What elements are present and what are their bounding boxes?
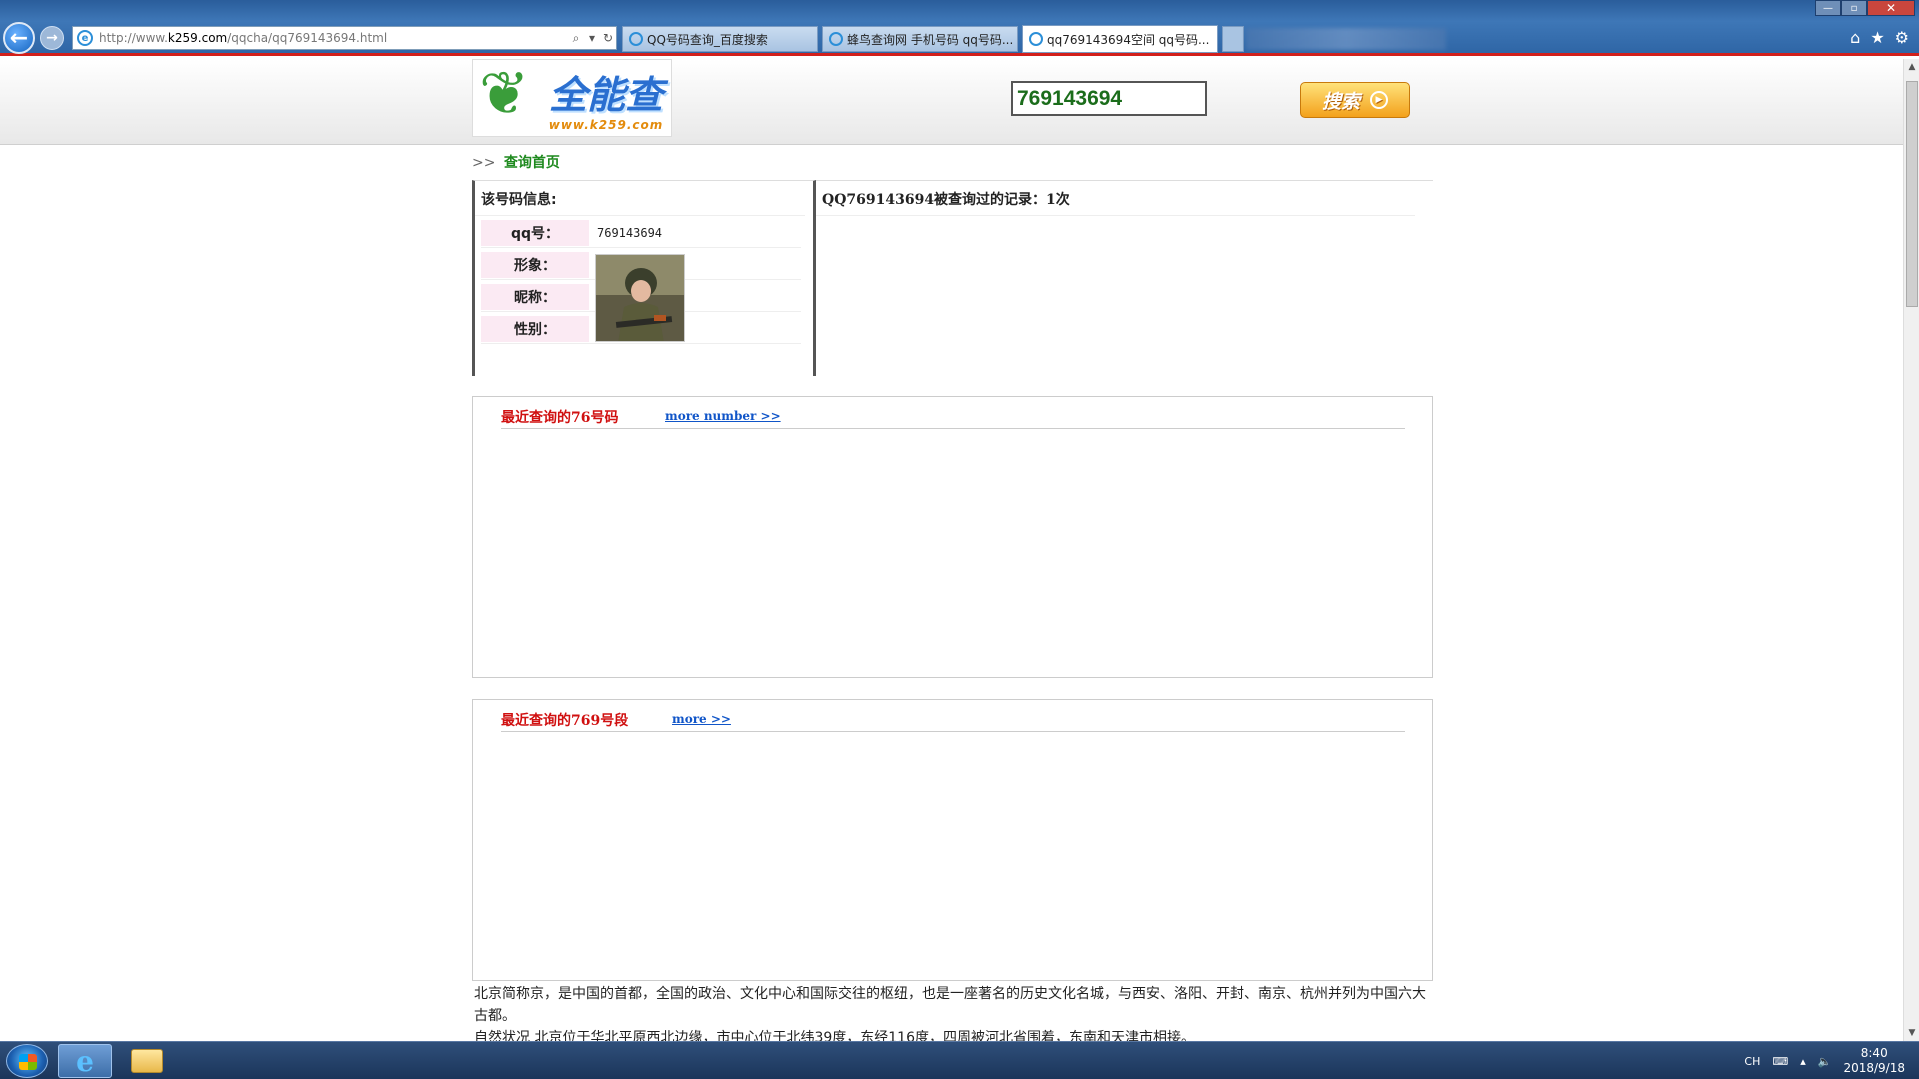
language-indicator[interactable]: CH [1744, 1055, 1760, 1068]
folder-icon [131, 1049, 163, 1073]
dropdown-arrow-icon[interactable]: ▾ [584, 31, 600, 45]
windows-logo-icon [19, 1054, 37, 1070]
page-viewport: ❦ 全能查 www.k259.com 搜索 ▶ >> 查询首页 该号码信息: q… [0, 59, 1903, 1041]
gear-icon[interactable]: ⚙ [1895, 28, 1909, 47]
info-row-qq: qq号： 769143694 [481, 218, 801, 248]
search-icon[interactable]: ⌕ [568, 31, 584, 46]
taskbar-explorer[interactable] [120, 1044, 174, 1078]
keyboard-icon[interactable]: ⌨ [1772, 1055, 1788, 1068]
ie-page-icon: e [77, 30, 93, 46]
address-url[interactable]: http://www.k259.com/qqcha/qq769143694.ht… [99, 31, 568, 45]
taskbar-ie[interactable]: e [58, 1044, 112, 1078]
panel-header: 最近查询的76号码 more number >> [501, 403, 1405, 429]
back-button[interactable]: ← [3, 22, 35, 54]
vertical-scrollbar[interactable]: ▲ ▼ [1903, 59, 1919, 1041]
minimize-button[interactable]: — [1815, 0, 1841, 16]
arrow-right-icon: → [46, 30, 58, 46]
avatar [595, 254, 685, 342]
tab-qq-active[interactable]: qq769143694空间 qq号码... × [1022, 25, 1218, 53]
forward-button[interactable]: → [40, 26, 64, 50]
tab-fengniao[interactable]: 蜂鸟查询网 手机号码 qq号码... [822, 26, 1018, 52]
ie-tab-icon [1029, 32, 1043, 46]
baidu-tab-icon [629, 32, 643, 46]
query-history-heading: QQ769143694被查询过的记录：1次 [816, 181, 1415, 216]
browser-toolbar-icons: ⌂ ★ ⚙ [1850, 28, 1909, 47]
browser-chrome: ← → e http://www.k259.com/qqcha/qq769143… [0, 0, 1919, 56]
query-history-box: QQ769143694被查询过的记录：1次 [816, 180, 1433, 376]
recent-769-segment-panel: 最近查询的769号段 more >> [472, 699, 1433, 981]
number-info-heading: 该号码信息: [475, 181, 805, 216]
close-window-button[interactable]: ✕ [1867, 0, 1915, 16]
scrollbar-thumb[interactable] [1906, 81, 1918, 307]
show-hidden-icons-icon[interactable]: ▴ [1800, 1055, 1806, 1068]
site-header: ❦ 全能查 www.k259.com 搜索 ▶ [0, 59, 1903, 145]
new-tab-button[interactable] [1222, 26, 1244, 52]
taskbar: e CH ⌨ ▴ 🔈 8:40 2018/9/18 [0, 1041, 1919, 1079]
breadcrumb: >> 查询首页 [472, 155, 560, 171]
breadcrumb-home-link[interactable]: 查询首页 [504, 155, 560, 171]
scroll-down-icon[interactable]: ▼ [1904, 1025, 1919, 1041]
ie-logo-icon: e [76, 1044, 94, 1078]
search-button[interactable]: 搜索 ▶ [1300, 82, 1410, 118]
close-tab-icon[interactable]: × [1215, 32, 1217, 46]
more-link[interactable]: more >> [672, 712, 731, 726]
address-bar[interactable]: e http://www.k259.com/qqcha/qq769143694.… [72, 26, 617, 50]
search-input[interactable] [1011, 81, 1207, 116]
site-logo[interactable]: ❦ 全能查 www.k259.com [472, 59, 672, 137]
clock[interactable]: 8:40 2018/9/18 [1843, 1046, 1905, 1076]
panel-header: 最近查询的769号段 more >> [501, 706, 1405, 732]
system-tray: CH ⌨ ▴ 🔈 8:40 2018/9/18 [1744, 1046, 1905, 1076]
scroll-up-icon[interactable]: ▲ [1904, 59, 1919, 75]
tab-baidu-search[interactable]: QQ号码查询_百度搜索 [622, 26, 818, 52]
more-number-link[interactable]: more number >> [665, 409, 781, 423]
recent-76-numbers-panel: 最近查询的76号码 more number >> [472, 396, 1433, 678]
home-icon[interactable]: ⌂ [1850, 28, 1860, 47]
maximize-button[interactable]: ▫ [1841, 0, 1867, 16]
arrow-left-icon: ← [9, 25, 29, 51]
play-arrow-icon: ▶ [1370, 91, 1388, 109]
blurred-tab [1246, 28, 1446, 50]
city-description: 北京简称京，是中国的首都，全国的政治、文化中心和国际交往的枢纽，也是一座著名的历… [474, 986, 1426, 1041]
volume-icon[interactable]: 🔈 [1818, 1055, 1832, 1068]
ie-tab-icon [829, 32, 843, 46]
start-button[interactable] [6, 1044, 48, 1078]
refresh-icon[interactable]: ↻ [600, 31, 616, 45]
favorites-star-icon[interactable]: ★ [1870, 28, 1884, 47]
leaf-logo-icon: ❦ [479, 59, 530, 129]
number-info-box: 该号码信息: qq号： 769143694 形象： 昵称： 性别： [472, 180, 816, 376]
